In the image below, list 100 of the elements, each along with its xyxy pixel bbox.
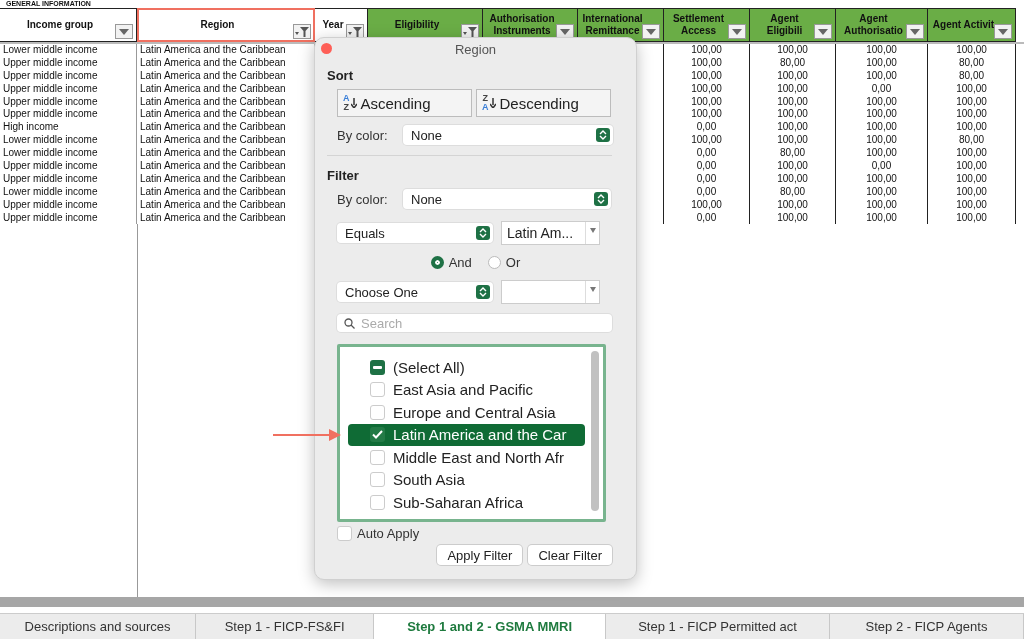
table-cell: 100,00: [664, 82, 750, 96]
dropdown-arrow-icon: [589, 228, 596, 233]
column-header: Agent Activit: [928, 8, 1016, 42]
table-cell: Upper middle income: [0, 198, 137, 212]
filter-button[interactable]: [814, 24, 832, 39]
dialog-title: Region: [454, 41, 497, 57]
checkmark-icon: [372, 430, 383, 440]
filter-button[interactable]: [642, 24, 660, 39]
column-header: Region: [137, 8, 315, 42]
sheet-tab[interactable]: Step 1 and 2 - GSMA MMRI: [374, 614, 607, 639]
table-cell: 100,00: [750, 69, 836, 83]
table-cell: Lower middle income: [0, 134, 137, 148]
table-cell: 100,00: [836, 211, 928, 225]
table-cell: Upper middle income: [0, 108, 137, 122]
filter-button[interactable]: [728, 24, 746, 39]
stepper-icon: [479, 228, 487, 238]
filter-funnel-icon: [348, 26, 362, 37]
table-cell: Lower middle income: [0, 44, 137, 57]
table-cell: Upper middle income: [0, 172, 137, 186]
filter-funnel-icon: [295, 26, 309, 37]
stepper-icon: [597, 194, 605, 204]
checkbox[interactable]: [370, 382, 385, 398]
sort-button[interactable]: A Z Ascending: [337, 89, 472, 117]
scrollbar-thumb[interactable]: [591, 351, 599, 511]
table-cell: 100,00: [836, 134, 928, 148]
filter-button[interactable]: [293, 24, 311, 39]
radio-option[interactable]: Or: [487, 255, 521, 270]
section-heading: Sort: [327, 68, 354, 83]
checkbox[interactable]: [370, 472, 385, 488]
table-cell: 100,00: [928, 185, 1016, 199]
filter-action-button[interactable]: Clear Filter: [528, 545, 612, 565]
table-cell: 80,00: [750, 185, 836, 199]
radio-option[interactable]: And: [430, 255, 472, 270]
filter-funnel-icon: [463, 26, 477, 37]
list-item[interactable]: (Select All): [348, 356, 585, 379]
table-cell: 100,00: [928, 160, 1016, 173]
operator-select[interactable]: Equals: [337, 223, 493, 243]
table-cell: 100,00: [750, 82, 836, 96]
list-item[interactable]: South Asia: [348, 468, 585, 491]
color-select[interactable]: None: [403, 125, 613, 145]
table-cell: Upper middle income: [0, 160, 137, 173]
list-item[interactable]: Europe and Central Asia: [348, 401, 585, 424]
table-cell: 80,00: [928, 134, 1016, 148]
checkbox[interactable]: [370, 427, 385, 443]
horizontal-scrollbar[interactable]: [0, 597, 1024, 607]
filter-button[interactable]: [994, 24, 1012, 39]
table-cell: High income: [0, 121, 137, 135]
table-cell: 100,00: [928, 44, 1016, 57]
column-header: Agent Eligibili: [750, 8, 836, 42]
table-cell: 100,00: [750, 95, 836, 109]
table-cell: 100,00: [836, 108, 928, 122]
table-cell: 100,00: [836, 198, 928, 212]
checkbox[interactable]: [337, 526, 352, 541]
table-cell: Upper middle income: [0, 211, 137, 225]
table-cell: Lower middle income: [0, 147, 137, 160]
close-button[interactable]: [321, 43, 332, 54]
table-cell: 100,00: [836, 147, 928, 160]
operator-select[interactable]: Choose One: [337, 282, 493, 302]
table-cell: 100,00: [750, 134, 836, 148]
column-header: Income group: [0, 8, 137, 42]
value-combo-box[interactable]: Latin Am...: [501, 221, 600, 245]
table-cell: 0,00: [664, 121, 750, 135]
checkbox[interactable]: [370, 359, 385, 375]
checkbox[interactable]: [370, 449, 385, 465]
table-cell: 100,00: [750, 172, 836, 186]
table-cell: 80,00: [928, 56, 1016, 70]
filter-action-button[interactable]: Apply Filter: [437, 545, 523, 565]
stepper-icon: [599, 130, 607, 140]
search-field[interactable]: Search: [337, 314, 612, 332]
table-cell: 0,00: [664, 160, 750, 173]
list-item[interactable]: East Asia and Pacific: [348, 378, 585, 401]
table-cell: 100,00: [836, 95, 928, 109]
table-cell: 100,00: [664, 198, 750, 212]
dropdown-arrow-icon: [818, 28, 828, 35]
search-icon: [344, 318, 355, 329]
dropdown-arrow-icon: [998, 28, 1008, 35]
color-select[interactable]: None: [403, 189, 611, 209]
table-cell: 100,00: [750, 44, 836, 57]
table-cell: 100,00: [750, 198, 836, 212]
column-header: Settlement Access: [664, 8, 750, 42]
table-cell: 100,00: [836, 56, 928, 70]
table-cell: Upper middle income: [0, 56, 137, 70]
table-cell: 100,00: [836, 121, 928, 135]
list-item[interactable]: Sub-Saharan Africa: [348, 491, 585, 514]
field-label: By color:: [337, 191, 389, 207]
filter-button[interactable]: [906, 24, 924, 39]
table-cell: 100,00: [836, 172, 928, 186]
checkbox[interactable]: [370, 494, 385, 510]
table-cell: 100,00: [928, 95, 1016, 109]
table-cell: 100,00: [928, 198, 1016, 212]
sort-button[interactable]: Z A Descending: [476, 89, 611, 117]
table-cell: 100,00: [664, 44, 750, 57]
stepper-icon: [479, 287, 487, 297]
dropdown-arrow-icon: [910, 28, 920, 35]
filter-button[interactable]: [115, 24, 133, 39]
table-cell: 0,00: [664, 211, 750, 225]
table-cell: 100,00: [750, 108, 836, 122]
list-item[interactable]: Middle East and North Afr: [348, 446, 585, 469]
table-cell: 100,00: [750, 160, 836, 173]
checkbox[interactable]: [370, 404, 385, 420]
